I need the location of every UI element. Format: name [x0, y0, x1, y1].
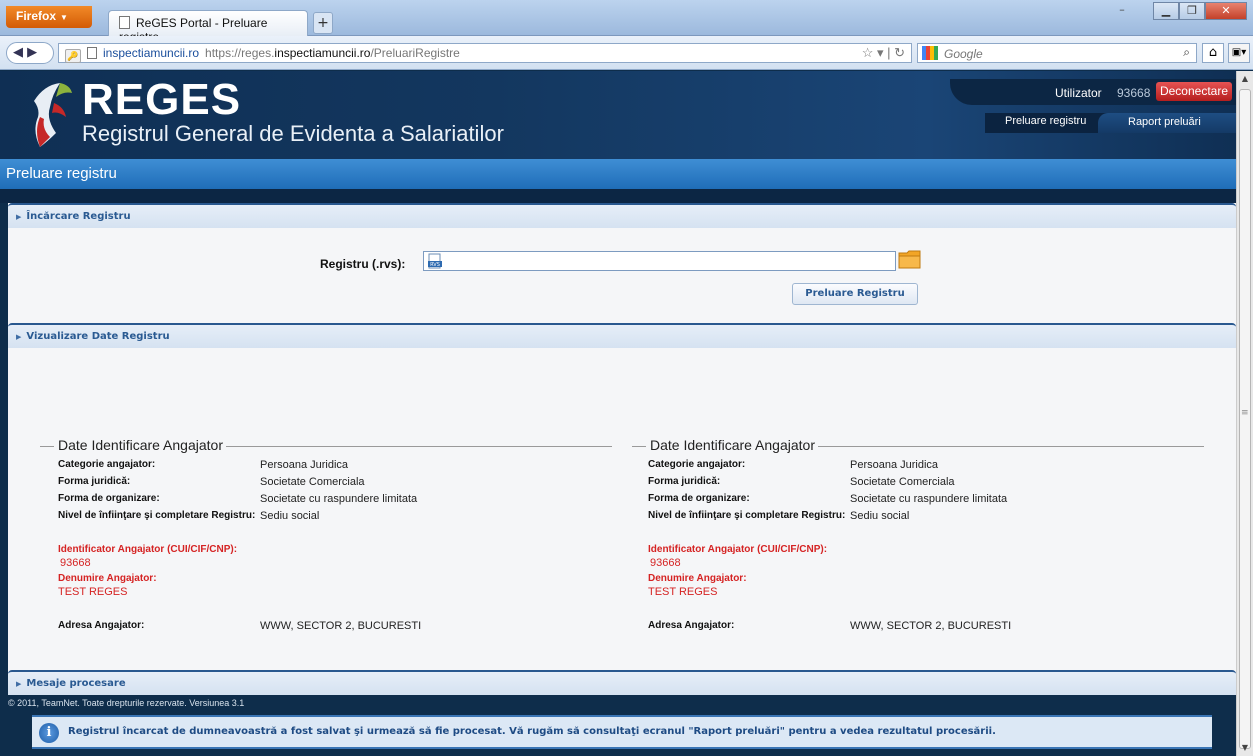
register-label: Registru (.rvs): [320, 257, 406, 271]
id-value: 93668 [60, 557, 91, 569]
logout-button[interactable]: Deconectare [1156, 82, 1232, 101]
name-value: TEST REGES [648, 586, 718, 598]
register-file-input[interactable]: RVS [423, 251, 896, 271]
address-value: WWW, SECTOR 2, BUCURESTI [260, 620, 422, 632]
minimize-button[interactable]: ▁ [1153, 2, 1179, 20]
field-label: Forma de organizare: [648, 493, 750, 504]
scrollbar-thumb[interactable]: ≡ [1239, 89, 1251, 749]
url-path: /PreluariRegistre [370, 46, 460, 60]
expand-arrow-icon: ▶ [16, 333, 22, 341]
window-controls: – ▁ ❐ ✕ [1109, 2, 1247, 22]
expand-arrow-icon: ▶ [16, 213, 22, 221]
home-icon[interactable]: ⌂ [1202, 43, 1224, 63]
address-value: WWW, SECTOR 2, BUCURESTI [850, 620, 1012, 632]
bookmark-reload-icons[interactable]: ☆ ▾ | ↻ [862, 45, 905, 61]
rvs-file-icon: RVS [428, 253, 442, 269]
field-label: Categorie angajator: [58, 459, 156, 470]
field-value: Societate cu raspundere limitata [850, 493, 1008, 505]
block-title-text: Date Identificare Angajator [650, 437, 817, 453]
field-label: Categorie angajator: [648, 459, 746, 470]
search-bar[interactable]: Google ⌕ [917, 43, 1197, 63]
field-label: Nivel de înfiinţare şi completare Regist… [58, 510, 256, 521]
folder-browse-icon[interactable] [898, 248, 922, 270]
browser-titlebar: Firefox▼ ReGES Portal - Preluare registr… [0, 0, 1253, 44]
tab-list-icon[interactable]: – [1109, 2, 1135, 20]
field-value: Persoana Juridica [850, 459, 939, 471]
url-protocol: https://reges. [205, 46, 275, 60]
navigation-bar: ◀ ▶ 🔑 inspectiamuncii.ro https://reges.ins… [0, 36, 1253, 70]
google-icon[interactable] [922, 46, 938, 60]
site-identity[interactable]: inspectiamuncii.ro [103, 46, 199, 60]
reges-logo-icon [34, 83, 72, 147]
block-title: Date Identificare Angajator [40, 437, 612, 453]
site-subtitle: Registrul General de Evidenta a Salariat… [82, 121, 504, 146]
addon-icon[interactable]: ▣▾ [1228, 43, 1250, 63]
site-header: REGES Registrul General de Evidenta a Sa… [0, 71, 1236, 159]
info-message-text: Registrul încarcat de dumneavoastră a fo… [68, 726, 996, 737]
url-bar[interactable]: 🔑 inspectiamuncii.ro https://reges.inspect… [58, 43, 912, 63]
id-label: Identificator Angajator (CUI/CIF/CNP): [648, 544, 828, 555]
main-content: ▶ Încărcare Registru Registru (.rvs): RVS… [8, 203, 1236, 749]
field-value: Societate cu raspundere limitata [260, 493, 418, 505]
url-domain: inspectiamuncii.ro [274, 46, 371, 60]
id-label: Identificator Angajator (CUI/CIF/CNP): [58, 544, 238, 555]
page-icon [87, 47, 97, 59]
field-value: Sediu social [850, 510, 910, 522]
section-header-messages[interactable]: ▶ Mesaje procesare [8, 670, 1236, 695]
info-message: i Registrul încarcat de dumneavoastră a … [32, 715, 1212, 749]
scroll-up-icon[interactable]: ▲ [1237, 71, 1253, 87]
address-label: Adresa Angajator: [58, 620, 145, 631]
address-label: Adresa Angajator: [648, 620, 735, 631]
svg-text:RVS: RVS [430, 262, 440, 268]
id-value: 93668 [650, 557, 681, 569]
expand-arrow-icon: ▶ [16, 680, 22, 688]
new-tab-button[interactable]: + [313, 12, 333, 34]
user-label: Utilizator [1055, 86, 1102, 100]
section-header-view[interactable]: ▶ Vizualizare Date Registru [8, 323, 1236, 348]
info-icon: i [39, 723, 59, 743]
section-header-upload[interactable]: ▶ Încărcare Registru [8, 203, 1236, 228]
nav-tab-preluare-registru[interactable]: Preluare registru [1005, 115, 1086, 127]
field-value: Societate Comerciala [850, 476, 955, 488]
footer-copyright: © 2011, TeamNet. Toate drepturile rezerv… [8, 698, 245, 708]
browser-tab[interactable]: ReGES Portal - Preluare registre [108, 10, 308, 44]
page-icon [119, 16, 130, 29]
name-label: Denumire Angajator: [58, 573, 157, 584]
field-label: Forma de organizare: [58, 493, 160, 504]
field-label: Nivel de înfiinţare şi completare Regist… [648, 510, 846, 521]
name-value: TEST REGES [58, 586, 128, 598]
logo-text: REGES [82, 75, 242, 124]
field-value: Persoana Juridica [260, 459, 349, 471]
scroll-down-icon[interactable]: ▼ [1237, 740, 1253, 756]
back-forward-buttons[interactable]: ◀ ▶ [6, 42, 54, 64]
nav-tab-raport-preluari[interactable]: Raport preluări [1098, 113, 1236, 133]
block-title-text: Date Identificare Angajator [58, 437, 225, 453]
page-scrollbar[interactable]: ▲ ≡ ▼ [1236, 71, 1253, 756]
user-id: 93668 [1117, 86, 1151, 100]
search-icon[interactable]: ⌕ [1183, 45, 1190, 60]
block-title: Date Identificare Angajator [632, 437, 1204, 453]
search-placeholder: Google [944, 47, 983, 61]
field-label: Forma juridică: [648, 476, 721, 487]
page-title: Preluare registru [0, 159, 1236, 189]
name-label: Denumire Angajator: [648, 573, 747, 584]
page-viewport: REGES Registrul General de Evidenta a Sa… [0, 71, 1236, 756]
field-label: Forma juridică: [58, 476, 131, 487]
firefox-menu-button[interactable]: Firefox ▼ [6, 6, 92, 28]
field-value: Sediu social [260, 510, 320, 522]
close-window-button[interactable]: ✕ [1205, 2, 1247, 20]
key-icon[interactable]: 🔑 [65, 49, 81, 63]
maximize-button[interactable]: ❐ [1179, 2, 1205, 20]
preluare-registru-button[interactable]: Preluare Registru [792, 283, 918, 305]
divider [0, 189, 1236, 203]
field-value: Societate Comerciala [260, 476, 365, 488]
